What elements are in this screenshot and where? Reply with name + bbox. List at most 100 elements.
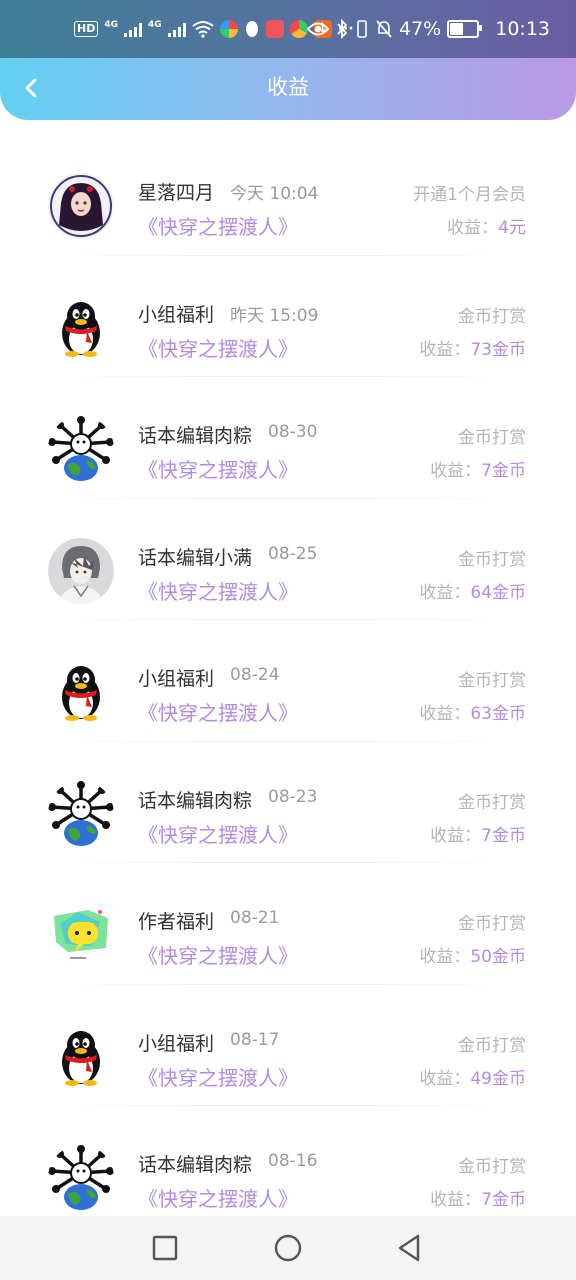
- record-date: 08-25: [268, 543, 318, 564]
- earning-record-row[interactable]: 话本编辑肉粽 08-23 《快穿之摆渡人》 金币打赏收益：7金币: [0, 742, 576, 864]
- earning-label: 收益：: [430, 461, 482, 481]
- net-label-1: 4G: [104, 20, 118, 30]
- book-title-link[interactable]: 《快穿之摆渡人》: [138, 1183, 298, 1212]
- earning-amount: 收益：63金币: [419, 699, 526, 724]
- app-notification-icon-2: [289, 20, 308, 38]
- earning-type: 金币打赏: [458, 306, 526, 327]
- earning-record-row[interactable]: 作者福利 08-21 《快穿之摆渡人》 金币打赏收益：50金币: [0, 863, 576, 985]
- earning-value: 49金币: [470, 1068, 526, 1089]
- battery-icon: [447, 20, 483, 38]
- earning-label: 收益：: [430, 825, 482, 846]
- book-title-link[interactable]: 《快穿之摆渡人》: [138, 819, 298, 848]
- sender-name: 话本编辑小满: [138, 546, 253, 569]
- user-avatar[interactable]: [48, 416, 114, 482]
- earning-amount: 收益：7金币: [430, 1185, 526, 1210]
- hd-icon: HD: [74, 21, 99, 37]
- earning-amount: 收益：49金币: [419, 1064, 526, 1089]
- home-icon[interactable]: [272, 1232, 304, 1264]
- page-header: 收益: [0, 58, 576, 120]
- sender-name: 小组福利: [138, 1032, 215, 1055]
- user-avatar[interactable]: [48, 173, 114, 239]
- record-date: 昨天 15:09: [230, 305, 319, 326]
- vibrate-icon: [357, 20, 367, 38]
- earning-label: 收益：: [447, 218, 499, 238]
- book-title-link[interactable]: 《快穿之摆渡人》: [138, 333, 298, 362]
- earning-label: 收益：: [419, 1068, 471, 1089]
- net-label-2: 4G: [148, 20, 162, 30]
- wifi-icon: [192, 21, 214, 38]
- book-title-link[interactable]: 《快穿之摆渡人》: [138, 1062, 298, 1091]
- status-bar: HD 4G 4G ↓ ··· 47% 10:13: [0, 0, 576, 58]
- earning-label: 收益：: [419, 704, 471, 724]
- page-title: 收益: [267, 75, 309, 99]
- record-date: 08-21: [230, 908, 280, 928]
- eye-icon: [307, 22, 329, 36]
- shop-notification-icon: [265, 20, 284, 38]
- sender-name: 话本编辑肉粽: [138, 1154, 253, 1176]
- record-date: 08-23: [268, 786, 318, 807]
- earning-type: 金币打赏: [458, 1157, 526, 1177]
- earning-record-row[interactable]: 小组福利 昨天 15:09 《快穿之摆渡人》 金币打赏收益：73金币: [0, 256, 576, 378]
- earning-type: 金币打赏: [458, 671, 526, 691]
- earning-label: 收益：: [419, 582, 471, 603]
- earning-record-row[interactable]: 话本编辑肉粽 08-30 《快穿之摆渡人》 金币打赏 收益：7金币: [0, 377, 576, 499]
- book-title-link[interactable]: 《快穿之摆渡人》: [138, 697, 298, 726]
- app-notification-icon: [219, 20, 238, 38]
- user-avatar[interactable]: [48, 659, 114, 725]
- earning-record-row[interactable]: 话本编辑小满 08-25 《快穿之摆渡人》 金币打赏收益：64金币: [0, 499, 576, 621]
- earning-amount: 收益：7金币: [430, 821, 526, 846]
- battery-percent: 47%: [399, 18, 442, 40]
- earnings-list: 星落四月 今天 10:04 《快穿之摆渡人》 开通1个月会员 收益：4元 小组福利 昨天 1…: [0, 134, 576, 1228]
- earning-value: 50金币: [470, 947, 526, 967]
- earning-type: 金币打赏: [458, 549, 526, 570]
- sender-name: 小组福利: [138, 303, 215, 326]
- user-avatar[interactable]: [48, 1024, 114, 1090]
- earning-amount: 收益：7金币: [430, 456, 526, 481]
- user-avatar[interactable]: [48, 295, 114, 361]
- earning-record-row[interactable]: 话本编辑肉粽 08-16 《快穿之摆渡人》 金币打赏收益：7金币: [0, 1106, 576, 1228]
- signal-icon-2: [167, 21, 186, 37]
- status-right: 47% 10:13: [307, 18, 550, 40]
- earning-amount: 收益：73金币: [419, 335, 526, 360]
- user-avatar[interactable]: [48, 780, 114, 847]
- record-date: 08-17: [230, 1029, 280, 1050]
- earning-value: 63金币: [470, 704, 526, 724]
- earning-value: 7金币: [481, 1190, 526, 1210]
- earning-type: 金币打赏: [458, 792, 526, 813]
- earning-record-row[interactable]: 小组福利 08-24 《快穿之摆渡人》 金币打赏收益：63金币: [0, 620, 576, 742]
- earning-record-row[interactable]: 星落四月 今天 10:04 《快穿之摆渡人》 开通1个月会员 收益：4元: [0, 134, 576, 256]
- sender-name: 作者福利: [138, 911, 215, 933]
- user-avatar[interactable]: [48, 902, 114, 968]
- sender-name: 话本编辑肉粽: [138, 789, 253, 812]
- earning-type: 开通1个月会员: [413, 185, 526, 205]
- earning-type: 金币打赏: [458, 428, 526, 448]
- earning-value: 73金币: [470, 339, 526, 360]
- earning-type: 金币打赏: [458, 914, 526, 934]
- earning-label: 收益：: [430, 1190, 482, 1210]
- earning-label: 收益：: [419, 339, 471, 360]
- bluetooth-icon: [337, 19, 348, 39]
- record-date: 08-30: [268, 422, 318, 442]
- qq-notification-icon: [245, 21, 258, 37]
- system-nav-bar: [0, 1216, 576, 1280]
- recent-apps-icon[interactable]: [149, 1232, 181, 1264]
- earning-value: 64金币: [470, 582, 526, 603]
- record-date: 08-16: [268, 1151, 318, 1171]
- earning-record-row[interactable]: 小组福利 08-17 《快穿之摆渡人》 金币打赏收益：49金币: [0, 985, 576, 1107]
- user-avatar[interactable]: [48, 537, 114, 604]
- record-date: 今天 10:04: [230, 184, 319, 204]
- earning-value: 7金币: [481, 825, 526, 846]
- signal-icon: [124, 21, 142, 37]
- user-avatar[interactable]: [48, 1145, 114, 1211]
- earning-label: 收益：: [419, 947, 471, 967]
- book-title-link[interactable]: 《快穿之摆渡人》: [138, 576, 298, 605]
- book-title-link[interactable]: 《快穿之摆渡人》: [138, 940, 298, 969]
- sender-name: 星落四月: [138, 182, 215, 204]
- clock: 10:13: [495, 18, 550, 40]
- book-title-link[interactable]: 《快穿之摆渡人》: [138, 211, 298, 240]
- nav-back-icon[interactable]: [394, 1232, 426, 1264]
- book-title-link[interactable]: 《快穿之摆渡人》: [138, 454, 298, 483]
- sender-name: 小组福利: [138, 668, 215, 690]
- earning-type: 金币打赏: [458, 1035, 526, 1056]
- record-date: 08-24: [230, 665, 280, 685]
